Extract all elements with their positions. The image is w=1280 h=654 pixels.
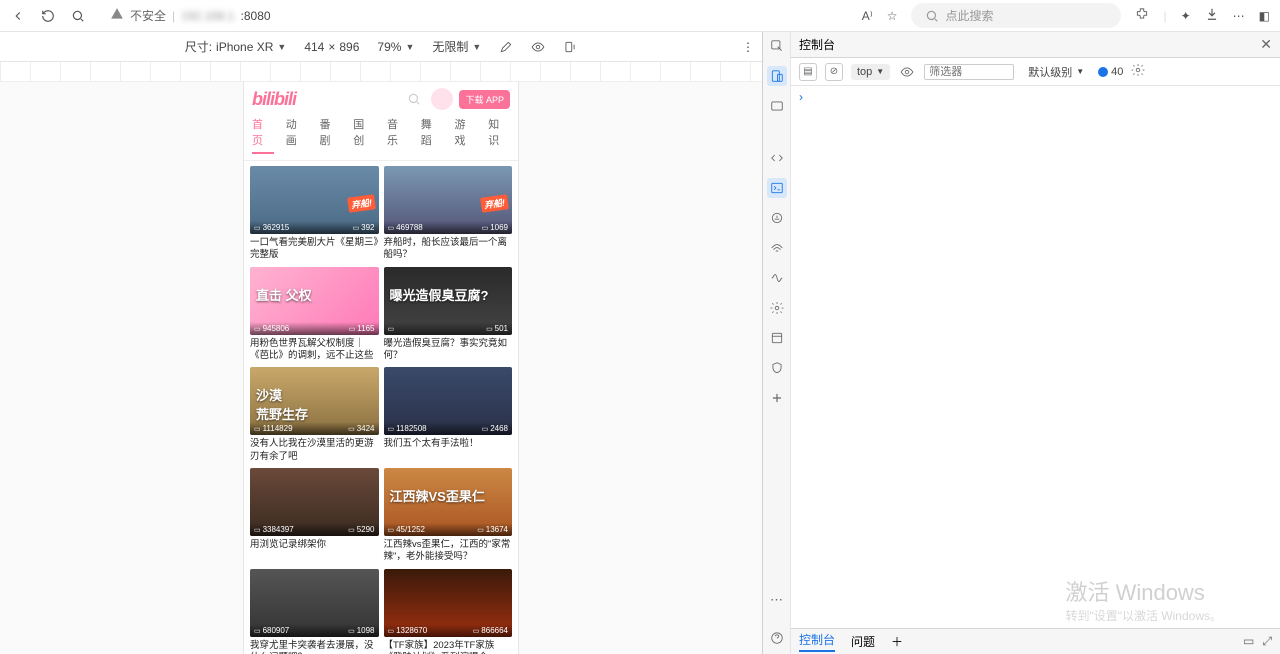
zoom-select[interactable]: 79%▼	[377, 40, 414, 54]
ink-icon[interactable]	[499, 40, 513, 54]
device-toolbar: 尺寸: iPhone XR ▼ 414 × 896 79%▼ 无限制▼ ⋮	[0, 32, 762, 62]
inspect-icon[interactable]	[767, 36, 787, 56]
video-card[interactable]: 33843975290用浏览记录绑架你	[250, 468, 379, 564]
filter-input[interactable]	[924, 64, 1014, 80]
back-button[interactable]	[10, 8, 26, 24]
rotate-icon[interactable]	[563, 40, 577, 54]
expand-icon[interactable]: ⤢	[1262, 634, 1272, 649]
drawer-tab-issues[interactable]: 问题	[851, 633, 875, 650]
bilibili-logo[interactable]: bilibili	[252, 89, 296, 110]
context-select[interactable]: top▼	[851, 64, 890, 80]
tab-console[interactable]: 控制台	[799, 36, 835, 53]
ruler	[0, 62, 762, 82]
tab-5[interactable]: 舞蹈	[421, 116, 443, 154]
issues-badge[interactable]: 40	[1098, 66, 1123, 78]
more-tools-icon[interactable]: ⋯	[767, 590, 787, 610]
video-card[interactable]: 1328670866664【TF家族】2023年TF家族《登陆计划》系列演唱会—…	[384, 569, 513, 654]
tab-2[interactable]: 番剧	[320, 116, 342, 154]
mobile-viewport: bilibili 下载 APP 首页动画番剧国创音乐舞蹈游戏知识 弃船!3629…	[244, 82, 518, 654]
tab-4[interactable]: 音乐	[387, 116, 409, 154]
width-value[interactable]: 414	[304, 40, 324, 54]
video-card[interactable]: 江西辣VS歪果仁45/125213674江西辣vs歪果仁，江西的"家常辣"，老外…	[384, 468, 513, 564]
url-port: :8080	[241, 9, 271, 23]
sidebar-search[interactable]: 点此搜索	[911, 3, 1121, 28]
throttle-select[interactable]: 无限制▼	[432, 38, 481, 55]
viewport-pane: 尺寸: iPhone XR ▼ 414 × 896 79%▼ 无限制▼ ⋮ bi…	[0, 32, 762, 654]
sources-icon[interactable]	[767, 208, 787, 228]
devtools-tabs: 控制台 ✕	[791, 32, 1280, 58]
devtools-panel: ⋯ 控制台 ✕ ▤ ⊘ top▼ 默认级别▼ 40 › 控制台	[762, 32, 1280, 654]
downloads-icon[interactable]	[1205, 7, 1219, 24]
download-app-button[interactable]: 下载 APP	[459, 90, 510, 109]
elements-icon[interactable]	[767, 96, 787, 116]
devtools-rail: ⋯	[763, 32, 791, 654]
video-card[interactable]: 6809071098我穿尤里卡突袭者去漫展，没什么问题吧？	[250, 569, 379, 654]
console-toolbar: ▤ ⊘ top▼ 默认级别▼ 40	[791, 58, 1280, 86]
errors-icon[interactable]: ▭	[1243, 634, 1254, 649]
visibility-icon[interactable]	[531, 40, 545, 54]
sidebar-toggle-icon[interactable]: ▤	[799, 63, 817, 81]
video-card[interactable]: 11825082468我们五个太有手法啦！	[384, 367, 513, 463]
favorite-icon[interactable]: ☆	[887, 9, 898, 23]
help-icon[interactable]	[767, 628, 787, 648]
settings-icon[interactable]	[1131, 63, 1145, 80]
read-aloud-icon[interactable]: A⁾	[862, 9, 873, 23]
security-label: 不安全	[130, 7, 166, 24]
tab-1[interactable]: 动画	[286, 116, 308, 154]
tab-3[interactable]: 国创	[353, 116, 375, 154]
console-output[interactable]: ›	[791, 86, 1280, 628]
device-mode-icon[interactable]	[767, 66, 787, 86]
category-tabs: 首页动画番剧国创音乐舞蹈游戏知识	[244, 116, 518, 161]
tab-0[interactable]: 首页	[252, 116, 274, 154]
close-devtools-button[interactable]: ✕	[1260, 36, 1272, 53]
console-prompt: ›	[799, 90, 803, 104]
avatar[interactable]	[431, 88, 453, 110]
favorites-icon[interactable]: ✦	[1181, 9, 1191, 23]
device-select[interactable]: 尺寸: iPhone XR ▼	[185, 38, 287, 55]
video-card[interactable]: 沙漠 荒野生存11148293424没有人比我在沙漠里活的更游刃有余了吧	[250, 367, 379, 463]
search-button[interactable]	[70, 8, 86, 24]
extensions-icon[interactable]	[1135, 7, 1149, 24]
url-host: 192.168.1	[181, 9, 234, 23]
application-icon[interactable]	[767, 328, 787, 348]
drawer-tabs: 控制台 问题 ＋ ▭ ⤢	[791, 628, 1280, 654]
address-bar[interactable]: 不安全 | 192.168.1:8080	[100, 4, 281, 27]
video-card[interactable]: 直击 父权9458061165用粉色世界瓦解父权制度｜《芭比》的调刺，远不止这些	[250, 267, 379, 363]
network-icon[interactable]	[767, 238, 787, 258]
search-icon[interactable]	[403, 88, 425, 110]
drawer-tab-console[interactable]: 控制台	[799, 631, 835, 652]
clear-console-icon[interactable]: ⊘	[825, 63, 843, 81]
app-header: bilibili 下载 APP	[244, 82, 518, 116]
video-grid: 弃船!362915392一口气看完美剧大片《星期三》完整版弃船!46978810…	[244, 161, 518, 654]
live-expression-icon[interactable]	[898, 63, 916, 81]
insecure-icon	[110, 7, 124, 24]
video-card[interactable]: 弃船!362915392一口气看完美剧大片《星期三》完整版	[250, 166, 379, 262]
browser-toolbar: 不安全 | 192.168.1:8080 A⁾ ☆ 点此搜索 | ✦ ⋯ ◧	[0, 0, 1280, 32]
add-tab-icon[interactable]: ＋	[891, 633, 903, 650]
console-icon[interactable]	[767, 178, 787, 198]
toolbar-more-icon[interactable]: ⋮	[742, 40, 754, 54]
memory-icon[interactable]	[767, 298, 787, 318]
height-value[interactable]: 896	[339, 40, 359, 54]
code-icon[interactable]	[767, 148, 787, 168]
reload-button[interactable]	[40, 8, 56, 24]
tab-7[interactable]: 知识	[488, 116, 510, 154]
more-icon[interactable]: ⋯	[1233, 9, 1245, 23]
loglevel-select[interactable]: 默认级别▼	[1022, 62, 1090, 82]
split-icon[interactable]: ◧	[1259, 9, 1270, 23]
security-icon[interactable]	[767, 358, 787, 378]
video-card[interactable]: 曝光造假臭豆腐?501曝光造假臭豆腐？事实究竟如何？	[384, 267, 513, 363]
plus-icon[interactable]	[767, 388, 787, 408]
video-card[interactable]: 弃船!4697881069弃船时，船长应该最后一个离船吗？	[384, 166, 513, 262]
tab-6[interactable]: 游戏	[455, 116, 477, 154]
performance-icon[interactable]	[767, 268, 787, 288]
